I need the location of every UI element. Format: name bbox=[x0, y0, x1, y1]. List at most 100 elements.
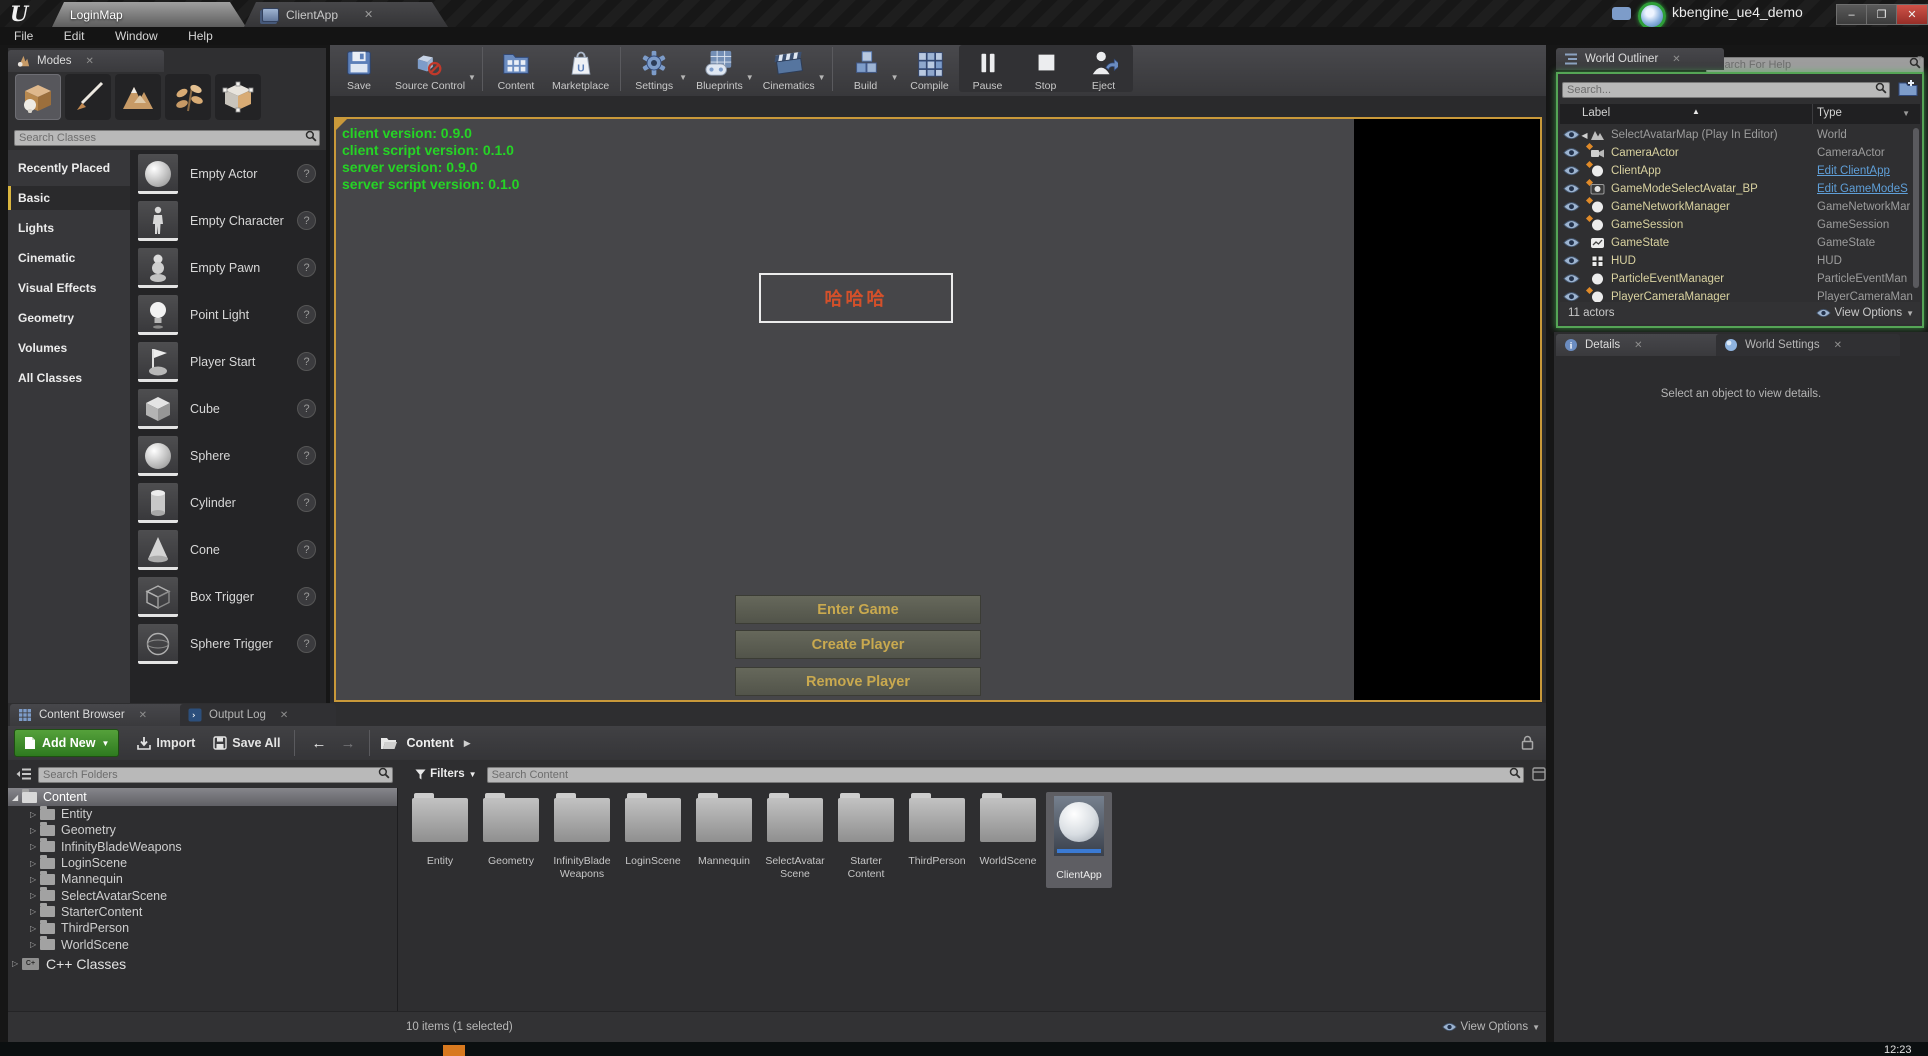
chevron-down-icon[interactable]: ▼ bbox=[891, 73, 899, 82]
enter-game-button[interactable]: Enter Game bbox=[735, 595, 981, 624]
class-item-empty-pawn[interactable]: Empty Pawn ? bbox=[130, 244, 326, 291]
help-icon[interactable]: ? bbox=[297, 540, 316, 559]
breadcrumb-arrow-icon[interactable]: ▶ bbox=[464, 738, 471, 749]
forward-arrow[interactable]: → bbox=[340, 735, 355, 752]
collapse-arrow-icon[interactable]: ◀ bbox=[1579, 131, 1590, 140]
asset-folder[interactable]: Mannequin bbox=[691, 793, 757, 868]
restore-button[interactable]: ❐ bbox=[1866, 4, 1897, 25]
help-icon[interactable]: ? bbox=[297, 446, 316, 465]
outliner-row-actor[interactable]: HUD HUD bbox=[1560, 252, 1920, 270]
outliner-search-input[interactable] bbox=[1562, 82, 1890, 98]
menu-help[interactable]: Help bbox=[188, 27, 213, 45]
marketplace-button[interactable]: U Marketplace bbox=[552, 47, 609, 92]
filters-button[interactable]: Filters ▼ bbox=[415, 768, 477, 780]
remove-player-button[interactable]: Remove Player bbox=[735, 667, 981, 696]
minimize-button[interactable]: – bbox=[1836, 4, 1867, 25]
outliner-row-actor[interactable]: ClientApp Edit ClientApp bbox=[1560, 160, 1920, 180]
mode-paint-button[interactable] bbox=[65, 74, 111, 120]
asset-clientapp-selected[interactable]: ClientApp bbox=[1046, 792, 1112, 888]
lock-icon[interactable] bbox=[1521, 735, 1534, 750]
view-options-button[interactable]: View Options ▼ bbox=[1441, 1021, 1540, 1033]
chevron-down-icon[interactable]: ▼ bbox=[1902, 109, 1910, 118]
tab-output-log[interactable]: › Output Log ✕ bbox=[180, 704, 336, 726]
stop-button[interactable]: Stop bbox=[1024, 47, 1068, 92]
mode-place-button[interactable] bbox=[15, 74, 61, 120]
tree-item[interactable]: ▷ Geometry bbox=[8, 821, 397, 838]
source-control-button[interactable]: Source Control bbox=[395, 47, 465, 92]
expand-arrow-icon[interactable]: ▷ bbox=[30, 907, 40, 916]
class-item-empty-character[interactable]: Empty Character ? bbox=[130, 197, 326, 244]
asset-folder[interactable]: Starter Content bbox=[833, 793, 899, 881]
tree-item[interactable]: ▷ StarterContent bbox=[8, 903, 397, 920]
edit-asset-link[interactable]: Edit GameModeS bbox=[1817, 183, 1908, 195]
menu-edit[interactable]: Edit bbox=[64, 27, 85, 45]
help-icon[interactable]: ? bbox=[297, 493, 316, 512]
class-item-sphere-trigger[interactable]: Sphere Trigger ? bbox=[130, 620, 326, 667]
breadcrumb-content[interactable]: Content bbox=[406, 736, 453, 750]
tree-item[interactable]: ▷ ThirdPerson bbox=[8, 919, 397, 936]
visibility-eye-icon[interactable] bbox=[1563, 219, 1580, 230]
visibility-eye-icon[interactable] bbox=[1563, 201, 1580, 212]
help-icon[interactable]: ? bbox=[297, 399, 316, 418]
asset-folder[interactable]: InfinityBlade Weapons bbox=[549, 793, 615, 881]
visibility-eye-icon[interactable] bbox=[1563, 129, 1580, 140]
mode-geometry-button[interactable] bbox=[215, 74, 261, 120]
close-icon[interactable]: ✕ bbox=[364, 8, 373, 21]
expand-arrow-icon[interactable]: ▷ bbox=[12, 959, 22, 968]
sources-panel-toggle-icon[interactable] bbox=[16, 767, 32, 781]
expand-arrow-icon[interactable]: ▷ bbox=[30, 859, 40, 868]
pie-viewport[interactable]: client version: 0.9.0 client script vers… bbox=[334, 117, 1542, 702]
tree-item[interactable]: ▷ Mannequin bbox=[8, 870, 397, 887]
pause-button[interactable]: Pause bbox=[966, 47, 1010, 92]
blueprints-button[interactable]: Blueprints bbox=[696, 47, 743, 92]
visibility-eye-icon[interactable] bbox=[1563, 165, 1580, 176]
help-icon[interactable]: ? bbox=[297, 211, 316, 230]
expand-arrow-icon[interactable]: ◢ bbox=[12, 793, 22, 802]
tree-item[interactable]: ▷ Entity bbox=[8, 805, 397, 822]
chevron-down-icon[interactable]: ▼ bbox=[468, 73, 476, 82]
class-item-point-light[interactable]: Point Light ? bbox=[130, 291, 326, 338]
category-visual-effects[interactable]: Visual Effects bbox=[8, 276, 130, 300]
tab-details[interactable]: i Details ✕ bbox=[1556, 334, 1730, 356]
build-button[interactable]: Build bbox=[844, 47, 888, 92]
tree-item[interactable]: ▷ LoginScene bbox=[8, 854, 397, 871]
class-item-cone[interactable]: Cone ? bbox=[130, 526, 326, 573]
outliner-row-actor[interactable]: GameSession GameSession bbox=[1560, 214, 1920, 234]
column-divider[interactable] bbox=[1812, 104, 1813, 124]
chevron-down-icon[interactable]: ▼ bbox=[679, 73, 687, 82]
category-volumes[interactable]: Volumes bbox=[8, 336, 130, 360]
outliner-row-actor[interactable]: GameState GameState bbox=[1560, 234, 1920, 252]
new-folder-icon[interactable] bbox=[1898, 79, 1918, 96]
asset-folder[interactable]: Entity bbox=[407, 793, 473, 868]
asset-folder[interactable]: ThirdPerson bbox=[904, 793, 970, 868]
menu-window[interactable]: Window bbox=[115, 27, 158, 45]
tree-item[interactable]: ▷ SelectAvatarScene bbox=[8, 887, 397, 903]
tree-item-cpp-classes[interactable]: ▷ C+ C++ Classes bbox=[8, 953, 397, 975]
visibility-eye-icon[interactable] bbox=[1563, 183, 1580, 194]
close-icon[interactable]: ✕ bbox=[86, 56, 94, 67]
engine-status-marble-icon[interactable] bbox=[1638, 2, 1666, 30]
class-item-box-trigger[interactable]: Box Trigger ? bbox=[130, 573, 326, 620]
class-item-empty-actor[interactable]: Empty Actor ? bbox=[130, 150, 326, 197]
saved-filter-icon[interactable] bbox=[1532, 767, 1546, 781]
view-options-button[interactable]: View Options ▼ bbox=[1815, 307, 1914, 319]
column-label[interactable]: Label bbox=[1582, 107, 1610, 119]
asset-folder[interactable]: SelectAvatar Scene bbox=[762, 793, 828, 881]
asset-folder[interactable]: WorldScene bbox=[975, 793, 1041, 868]
settings-button[interactable]: Settings bbox=[632, 47, 676, 92]
close-icon[interactable]: ✕ bbox=[1634, 340, 1642, 351]
back-arrow[interactable]: ← bbox=[311, 735, 326, 752]
class-item-sphere[interactable]: Sphere ? bbox=[130, 432, 326, 479]
search-folders-input[interactable] bbox=[38, 767, 394, 783]
help-icon[interactable]: ? bbox=[297, 305, 316, 324]
outliner-row-actor[interactable]: GameModeSelectAvatar_BP Edit GameModeS bbox=[1560, 178, 1920, 198]
visibility-eye-icon[interactable] bbox=[1563, 255, 1580, 266]
asset-folder[interactable]: Geometry bbox=[478, 793, 544, 868]
asset-folder[interactable]: LoginScene bbox=[620, 793, 686, 868]
outliner-row-actor[interactable]: CameraActor CameraActor bbox=[1560, 142, 1920, 162]
column-type[interactable]: Type bbox=[1817, 107, 1842, 119]
expand-arrow-icon[interactable]: ▷ bbox=[30, 875, 40, 884]
scrollbar[interactable] bbox=[1913, 128, 1919, 288]
cinematics-button[interactable]: Cinematics bbox=[763, 47, 815, 92]
visibility-eye-icon[interactable] bbox=[1563, 147, 1580, 158]
